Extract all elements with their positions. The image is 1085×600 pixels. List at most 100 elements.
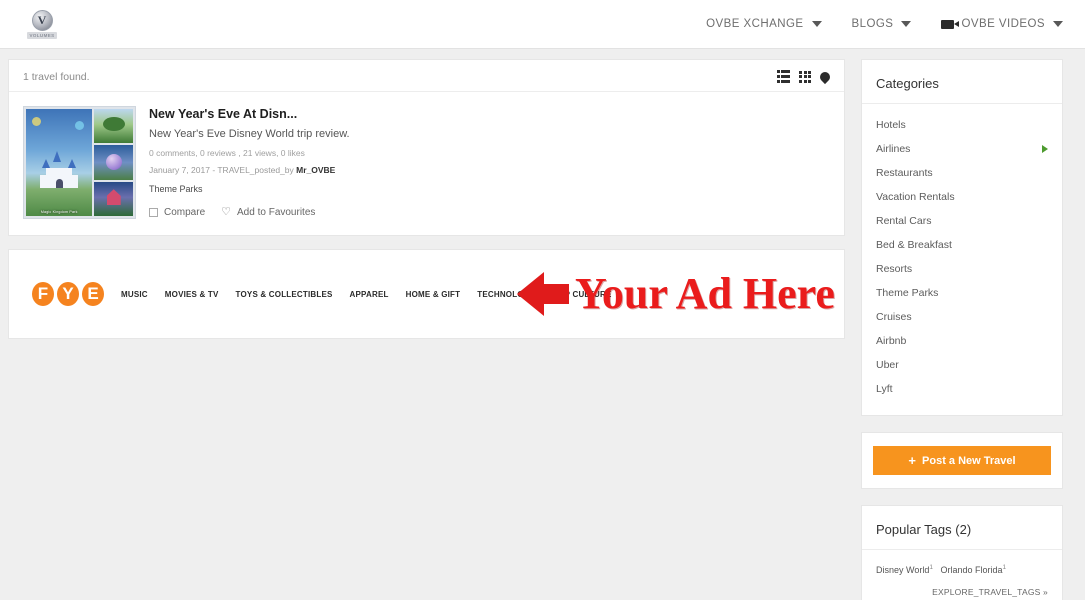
fye-nav-toys-collectibles[interactable]: TOYS & COLLECTIBLES bbox=[236, 290, 333, 299]
sidebar-item-bed-breakfast[interactable]: Bed & Breakfast bbox=[862, 233, 1062, 257]
listing-posted-info: January 7, 2017 - TRAVEL_posted_by Mr_OV… bbox=[149, 165, 830, 175]
popular-tags-title: Popular Tags (2) bbox=[862, 506, 1062, 550]
fye-nav-home-gift[interactable]: HOME & GIFT bbox=[406, 290, 461, 299]
category-label: Airbnb bbox=[876, 335, 907, 347]
nav-label-ovbe-xchange: OVBE XCHANGE bbox=[706, 18, 804, 30]
tag-disney-world[interactable]: Disney World1 bbox=[876, 564, 933, 575]
listing-stats: 0 comments, 0 reviews , 21 views, 0 like… bbox=[149, 148, 305, 158]
sidebar-item-vacation-rentals[interactable]: Vacation Rentals bbox=[862, 185, 1062, 209]
tags-body: Disney World1 Orlando Florida1 EXPLORE_T… bbox=[862, 550, 1062, 600]
video-camera-icon bbox=[941, 19, 960, 29]
category-label: Lyft bbox=[876, 383, 893, 395]
tag-list: Disney World1 Orlando Florida1 bbox=[876, 564, 1048, 575]
category-label: Theme Parks bbox=[876, 287, 939, 299]
compare-checkbox[interactable]: Compare bbox=[149, 207, 205, 218]
listing-category[interactable]: Theme Parks bbox=[149, 184, 830, 194]
fye-logo-letter-f: F bbox=[32, 282, 54, 306]
heart-icon: ♡ bbox=[221, 206, 232, 218]
categories-list: Hotels Airlines Restaurants Vacation Ren… bbox=[862, 104, 1062, 415]
grid-view-icon[interactable] bbox=[799, 70, 811, 83]
nav-item-ovbe-videos[interactable]: OVBE VIDEOS bbox=[941, 18, 1063, 30]
map-view-icon[interactable] bbox=[817, 69, 833, 84]
list-view-icon[interactable] bbox=[776, 70, 790, 83]
fye-nav-technology[interactable]: TECHNOLOGY bbox=[477, 290, 535, 299]
fye-logo-letter-y: Y bbox=[57, 282, 79, 306]
main-navigation: OVBE XCHANGE BLOGS OVBE VIDEOS bbox=[706, 18, 1063, 30]
fye-logo-letter-e: E bbox=[82, 282, 104, 306]
nav-label-blogs: BLOGS bbox=[851, 18, 894, 30]
favourites-label: Add to Favourites bbox=[237, 207, 316, 218]
fye-nav-music[interactable]: MUSIC bbox=[121, 290, 148, 299]
listing-thumbnail[interactable]: Magic Kingdom Park bbox=[23, 106, 136, 219]
chevron-down-icon bbox=[811, 21, 822, 27]
thumbnail-magic-kingdom: Magic Kingdom Park bbox=[26, 109, 93, 216]
compare-label: Compare bbox=[164, 207, 206, 218]
thumbnail-hollywood-studios bbox=[94, 181, 133, 216]
listing-date-text: January 7, 2017 - TRAVEL_posted_by bbox=[149, 165, 297, 175]
add-to-favourites-button[interactable]: ♡ Add to Favourites bbox=[221, 206, 316, 219]
nav-item-ovbe-xchange[interactable]: OVBE XCHANGE bbox=[706, 18, 822, 30]
category-label: Cruises bbox=[876, 311, 912, 323]
site-header: V VOLUMES OVBE XCHANGE BLOGS OVBE VIDEOS bbox=[0, 0, 1085, 49]
chevron-down-icon bbox=[901, 21, 912, 27]
sidebar-item-uber[interactable]: Uber bbox=[862, 353, 1062, 377]
category-label: Rental Cars bbox=[876, 215, 932, 227]
results-count: 1 travel found. bbox=[23, 70, 90, 83]
category-label: Hotels bbox=[876, 119, 906, 131]
category-label: Airlines bbox=[876, 143, 911, 155]
categories-panel: Categories Hotels Airlines Restaurants V… bbox=[861, 59, 1063, 416]
nav-label-ovbe-videos: OVBE VIDEOS bbox=[961, 18, 1045, 30]
tag-orlando-florida[interactable]: Orlando Florida1 bbox=[940, 564, 1007, 575]
popular-tags-panel: Popular Tags (2) Disney World1 Orlando F… bbox=[861, 505, 1063, 600]
thumbnail-caption: Magic Kingdom Park bbox=[40, 209, 78, 214]
categories-title: Categories bbox=[862, 60, 1062, 104]
results-panel: 1 travel found. Magic Kingdom Park New Y… bbox=[8, 59, 845, 236]
logo-mark: V bbox=[31, 9, 53, 31]
fye-nav-apparel[interactable]: APPAREL bbox=[350, 290, 389, 299]
site-logo[interactable]: V VOLUMES bbox=[26, 7, 58, 41]
tag-count: 1 bbox=[1002, 564, 1007, 571]
explore-travel-tags-link[interactable]: EXPLORE_TRAVEL_TAGS » bbox=[876, 587, 1048, 597]
sidebar-item-cruises[interactable]: Cruises bbox=[862, 305, 1062, 329]
sidebar-item-lyft[interactable]: Lyft bbox=[862, 377, 1062, 401]
thumbnail-epcot bbox=[94, 145, 133, 180]
fye-nav-movies-tv[interactable]: MOVIES & TV bbox=[165, 290, 219, 299]
page-body: 1 travel found. Magic Kingdom Park New Y… bbox=[0, 49, 1085, 600]
sidebar-item-resorts[interactable]: Resorts bbox=[862, 257, 1062, 281]
category-label: Restaurants bbox=[876, 167, 933, 179]
post-new-travel-button[interactable]: + Post a New Travel bbox=[873, 446, 1051, 475]
category-label: Bed & Breakfast bbox=[876, 239, 952, 251]
sidebar-item-rental-cars[interactable]: Rental Cars bbox=[862, 209, 1062, 233]
chevron-right-icon bbox=[1042, 145, 1048, 153]
sidebar-item-hotels[interactable]: Hotels bbox=[862, 113, 1062, 137]
main-content: 1 travel found. Magic Kingdom Park New Y… bbox=[8, 59, 845, 339]
tag-count: 1 bbox=[929, 564, 933, 571]
listing-details: New Year's Eve At Disn... New Year's Eve… bbox=[149, 106, 830, 219]
post-button-label: Post a New Travel bbox=[922, 454, 1016, 467]
listing-title[interactable]: New Year's Eve At Disn... bbox=[149, 107, 830, 121]
sidebar-item-airlines[interactable]: Airlines bbox=[862, 137, 1062, 161]
plus-icon: + bbox=[908, 453, 917, 468]
tag-label: Orlando Florida bbox=[940, 565, 1003, 575]
post-travel-panel: + Post a New Travel bbox=[861, 432, 1063, 489]
listing-actions: Compare ♡ Add to Favourites bbox=[149, 207, 830, 218]
logo-wordmark: VOLUMES bbox=[27, 31, 57, 39]
sidebar-item-restaurants[interactable]: Restaurants bbox=[862, 161, 1062, 185]
thumbnail-animal-kingdom bbox=[94, 109, 133, 144]
fye-nav-pop-culture[interactable]: POP CULTURE bbox=[553, 290, 612, 299]
checkbox-icon bbox=[149, 208, 158, 217]
listing-description: New Year's Eve Disney World trip review. bbox=[149, 128, 350, 140]
category-label: Resorts bbox=[876, 263, 913, 275]
listing-author[interactable]: Mr_OVBE bbox=[296, 165, 335, 175]
category-label: Uber bbox=[876, 359, 899, 371]
sidebar: Categories Hotels Airlines Restaurants V… bbox=[861, 59, 1063, 600]
fye-ad-navigation: MUSIC MOVIES & TV TOYS & COLLECTIBLES AP… bbox=[121, 290, 612, 299]
fye-logo[interactable]: F Y E bbox=[32, 282, 104, 306]
fye-ad-content: F Y E MUSIC MOVIES & TV TOYS & COLLECTIB… bbox=[9, 282, 612, 306]
sidebar-item-airbnb[interactable]: Airbnb bbox=[862, 329, 1062, 353]
advertisement-banner[interactable]: F Y E MUSIC MOVIES & TV TOYS & COLLECTIB… bbox=[8, 249, 845, 339]
nav-item-blogs[interactable]: BLOGS bbox=[852, 18, 912, 30]
results-toolbar: 1 travel found. bbox=[9, 60, 844, 92]
tag-label: Disney World bbox=[876, 565, 930, 575]
sidebar-item-theme-parks[interactable]: Theme Parks bbox=[862, 281, 1062, 305]
